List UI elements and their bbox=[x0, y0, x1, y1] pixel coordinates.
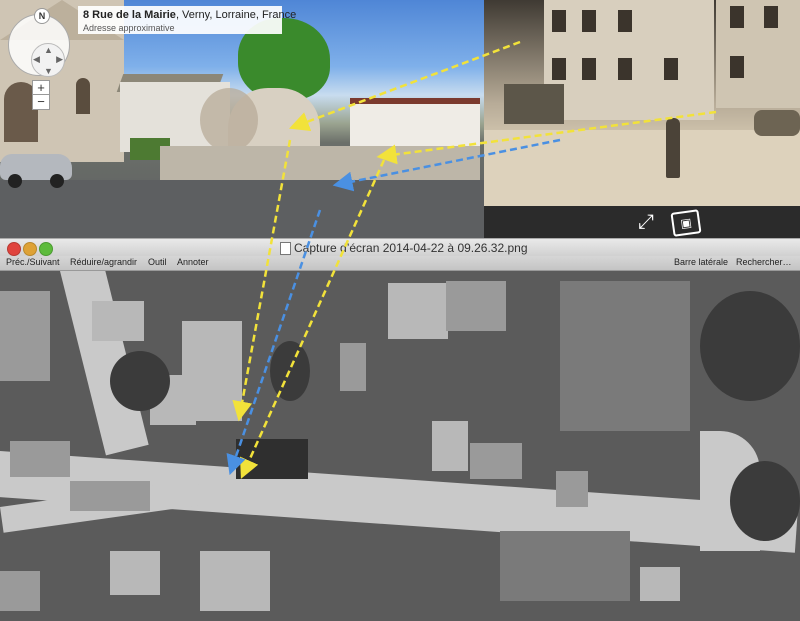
trees bbox=[730, 461, 800, 541]
building bbox=[70, 481, 150, 511]
cattle bbox=[754, 110, 800, 136]
wall-and-fence bbox=[160, 146, 480, 182]
building bbox=[446, 281, 506, 331]
building bbox=[388, 283, 448, 339]
zoom-out-button[interactable]: − bbox=[32, 94, 50, 110]
building bbox=[0, 571, 40, 611]
car-wheel bbox=[50, 174, 64, 188]
address-locality: , Verny, Lorraine, France bbox=[175, 9, 297, 21]
sidebar-button[interactable]: Barre latérale bbox=[674, 257, 728, 267]
expand-arrows-icon[interactable]: ⤢ bbox=[634, 210, 658, 234]
pan-control-icon[interactable]: ▲ ▼ ◀ ▶ bbox=[31, 43, 65, 77]
walking-man bbox=[666, 118, 680, 178]
address-note: Adresse approximative bbox=[83, 23, 175, 33]
address-label: 8 Rue de la Mairie, Verny, Lorraine, Fra… bbox=[78, 6, 296, 34]
building bbox=[92, 301, 144, 341]
building bbox=[556, 471, 588, 507]
trees bbox=[110, 351, 170, 411]
annotate-button[interactable]: Annoter bbox=[177, 257, 209, 267]
car-wheel bbox=[8, 174, 22, 188]
bare-tree bbox=[200, 88, 258, 152]
address-street: 8 Rue de la Mairie bbox=[83, 9, 176, 21]
field bbox=[560, 281, 690, 431]
aerial-photo[interactable] bbox=[0, 271, 800, 621]
window-toolbar: Préc./Suivant Réduire/agrandir Outil Ann… bbox=[0, 256, 800, 271]
white-house bbox=[350, 104, 480, 148]
prev-next-button[interactable]: Préc./Suivant bbox=[6, 257, 60, 267]
old-wagon bbox=[504, 84, 564, 124]
window-titlebar: Capture d’écran 2014-04-22 à 09.26.32.pn… bbox=[0, 238, 800, 257]
historic-photo bbox=[484, 0, 800, 206]
minimize-window-button[interactable] bbox=[23, 242, 37, 256]
trees bbox=[700, 291, 800, 401]
building bbox=[340, 343, 366, 391]
building bbox=[470, 443, 522, 479]
building bbox=[640, 567, 680, 601]
street-view-panel[interactable]: ▲ ▼ ◀ ▶ N + − 8 Rue de la Mairie, Verny,… bbox=[0, 0, 484, 238]
tool-button[interactable]: Outil bbox=[148, 257, 167, 267]
building bbox=[110, 551, 160, 595]
old-building bbox=[544, 0, 714, 120]
ruined-building bbox=[236, 439, 308, 479]
photo-controls: ⤢ ▣ bbox=[484, 206, 800, 238]
close-window-button[interactable] bbox=[7, 242, 21, 256]
maximize-window-button[interactable] bbox=[39, 242, 53, 256]
zoom-button[interactable]: Réduire/agrandir bbox=[70, 257, 137, 267]
building bbox=[0, 291, 50, 381]
building bbox=[10, 441, 70, 477]
document-icon bbox=[280, 242, 291, 255]
street-road bbox=[0, 180, 484, 238]
trees bbox=[270, 341, 310, 401]
old-square-ground bbox=[484, 130, 800, 206]
search-button[interactable]: Rechercher… bbox=[736, 257, 792, 267]
compass-north-icon[interactable]: N bbox=[34, 8, 50, 24]
old-building-right bbox=[716, 0, 800, 108]
photo-icon[interactable]: ▣ bbox=[670, 209, 702, 237]
field bbox=[500, 531, 630, 601]
church-window bbox=[76, 78, 90, 114]
building bbox=[432, 421, 468, 471]
building bbox=[200, 551, 270, 611]
window-title: Capture d’écran 2014-04-22 à 09.26.32.pn… bbox=[294, 241, 528, 255]
address-title: 8 Rue de la Mairie, Verny, Lorraine, Fra… bbox=[83, 9, 296, 21]
